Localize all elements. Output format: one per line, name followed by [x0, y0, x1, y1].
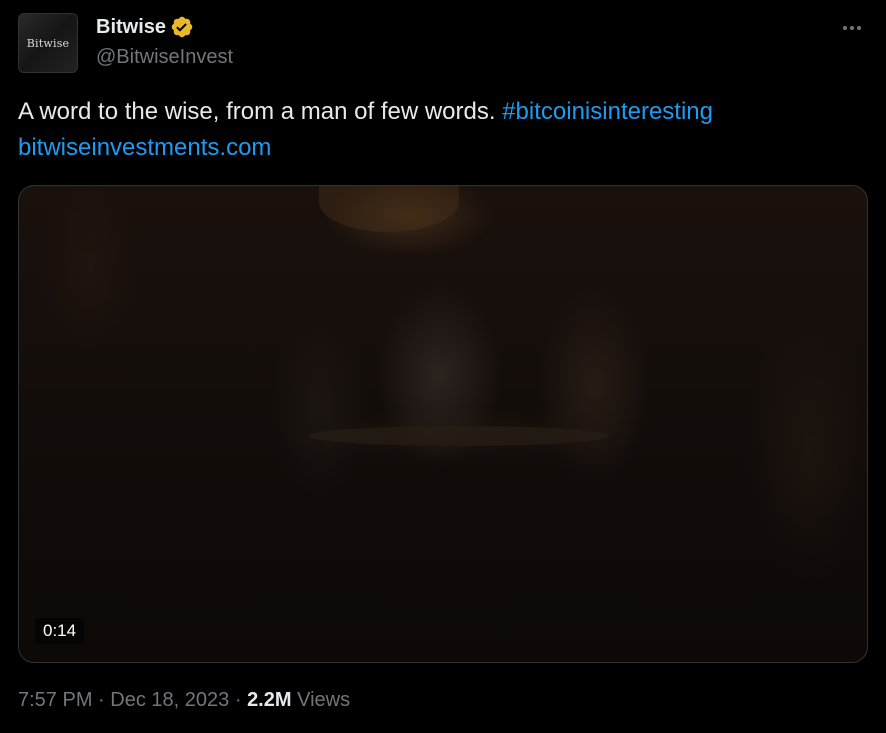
more-dot	[857, 26, 861, 30]
avatar[interactable]: Bitwise	[18, 13, 78, 73]
tweet-date: Dec 18, 2023	[110, 689, 230, 711]
more-dot	[850, 26, 854, 30]
separator: ·	[98, 689, 105, 711]
gold-verified-badge-icon[interactable]	[170, 15, 194, 39]
author-name-row: Bitwise	[96, 14, 194, 40]
more-options-icon[interactable]	[838, 14, 866, 42]
hashtag-link[interactable]: #bitcoinisinteresting	[502, 98, 713, 125]
display-name[interactable]: Bitwise	[96, 16, 166, 39]
author-handle[interactable]: @BitwiseInvest	[96, 46, 233, 69]
more-dot	[843, 26, 847, 30]
avatar-logo-text: Bitwise	[26, 36, 70, 50]
url-link[interactable]: bitwiseinvestments.com	[18, 134, 271, 161]
views-count: 2.2M	[247, 689, 292, 711]
tweet-time-link[interactable]: 7:57 PM · Dec 18, 2023	[18, 689, 229, 711]
views-label: Views	[297, 689, 351, 711]
video-player[interactable]: 0:14	[18, 185, 868, 663]
tweet-text: A word to the wise, from a man of few wo…	[18, 94, 858, 166]
video-click-area[interactable]	[19, 186, 867, 662]
tweet-meta: 7:57 PM · Dec 18, 2023 · 2.2M Views	[18, 689, 350, 712]
tweet-time: 7:57 PM	[18, 689, 93, 711]
video-duration-badge: 0:14	[35, 618, 85, 644]
separator: ·	[234, 689, 242, 711]
tweet-body: A word to the wise, from a man of few wo…	[18, 98, 496, 125]
